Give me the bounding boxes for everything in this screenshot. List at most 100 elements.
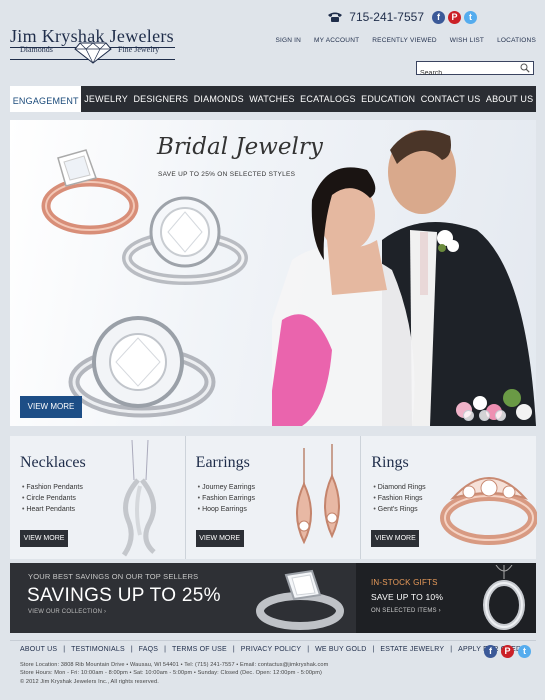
rings-image	[41, 149, 248, 418]
twitter-icon[interactable]: t	[464, 10, 477, 24]
necklace-image	[121, 440, 157, 557]
search-box	[416, 61, 534, 80]
hero-subtitle: SAVE UP TO 25% ON SELECTED STYLES	[158, 171, 296, 178]
nav-contact-us[interactable]: CONTACT US	[418, 86, 483, 112]
list-item[interactable]: Gent's Rings	[373, 504, 425, 515]
footer-separator: |	[307, 646, 310, 653]
footer-faqs-link[interactable]: FAQS	[139, 646, 158, 653]
slide-dot[interactable]	[495, 410, 506, 421]
promo-gifts-link[interactable]: ON SELECTED ITEMS ›	[371, 608, 441, 614]
my-account-link[interactable]: MY ACCOUNT	[314, 37, 359, 44]
footer-separator: |	[372, 646, 375, 653]
footer-separator: |	[164, 646, 166, 653]
promo-headline: SAVINGS UP TO 25%	[27, 585, 221, 606]
promo-banner: YOUR BEST SAVINGS ON OUR TOP SELLERS SAV…	[10, 563, 536, 633]
main-nav: ENGAGEMENT JEWELRY DESIGNERS DIAMONDS WA…	[10, 86, 536, 112]
promo-savings[interactable]: YOUR BEST SAVINGS ON OUR TOP SELLERS SAV…	[10, 563, 356, 633]
copyright: © 2012 Jim Kryshak Jewelers Inc., All ri…	[20, 678, 159, 685]
list-item[interactable]: Diamond Rings	[373, 482, 426, 493]
footer-social: f P t	[484, 645, 531, 658]
store-hours: Store Hours: Mon - Fri: 10:00am - 8:00pm…	[20, 670, 322, 677]
category-title: Necklaces	[20, 454, 86, 471]
footer-terms-link[interactable]: TERMS OF USE	[172, 646, 227, 653]
list-item[interactable]: Journey Earrings	[198, 482, 255, 493]
nav-about-us[interactable]: ABOUT US	[483, 86, 536, 112]
nav-jewelry[interactable]: JEWELRY	[81, 86, 130, 112]
nav-engagement[interactable]: ENGAGEMENT	[10, 86, 82, 112]
recently-viewed-link[interactable]: RECENTLY VIEWED	[372, 37, 437, 44]
search-input[interactable]	[417, 67, 516, 80]
rose-ring-icon	[41, 149, 139, 235]
ring-image	[440, 477, 538, 545]
slide-dot[interactable]	[463, 410, 474, 421]
top-nav: SIGN IN MY ACCOUNT RECENTLY VIEWED WISH …	[275, 37, 536, 44]
category-title: Rings	[371, 454, 409, 471]
nav-designers[interactable]: DESIGNERS	[131, 86, 191, 112]
view-collection-link[interactable]: VIEW OUR COLLECTION ›	[28, 609, 106, 615]
twitter-icon[interactable]: t	[518, 645, 531, 658]
list-item[interactable]: Hoop Earrings	[198, 504, 255, 515]
logo-tag-fine-jewelry: Fine Jewelry	[118, 45, 160, 54]
category-list: Fashion Pendants Circle Pendants Heart P…	[22, 482, 83, 515]
nav-ecatalogs[interactable]: ECATALOGS	[297, 86, 358, 112]
hero-banner[interactable]: Bridal Jewelry SAVE UP TO 25% ON SELECTE…	[10, 120, 536, 426]
search-icon[interactable]	[520, 63, 530, 73]
footer-about-us-link[interactable]: ABOUT US	[20, 646, 57, 653]
footer-we-buy-gold-link[interactable]: WE BUY GOLD	[315, 646, 366, 653]
footer-links: ABOUT US | TESTIMONIALS | FAQS | TERMS OF U…	[20, 646, 528, 653]
list-item[interactable]: Fashion Pendants	[22, 482, 82, 493]
locations-link[interactable]: LOCATIONS	[497, 37, 536, 44]
slide-dot[interactable]	[479, 410, 490, 421]
facebook-icon[interactable]: f	[432, 10, 445, 24]
category-row: Necklaces Fashion Pendants Circle Pendan…	[10, 436, 538, 559]
hero-title: Bridal Jewelry	[157, 134, 323, 160]
footer-privacy-link[interactable]: PRIVACY POLICY	[241, 646, 302, 653]
footer-divider	[10, 640, 536, 641]
logo-tag-diamonds: Diamonds	[20, 45, 53, 54]
nav-diamonds[interactable]: DIAMONDS	[191, 86, 247, 112]
store-location: Store Location: 3808 Rib Mountain Drive …	[20, 662, 329, 668]
footer-testimonials-link[interactable]: TESTIMONIALS	[71, 646, 125, 653]
halo-ring-icon	[68, 316, 216, 418]
list-item[interactable]: Circle Pendants	[22, 493, 83, 504]
view-more-button[interactable]: VIEW MORE	[195, 530, 244, 547]
list-item[interactable]: Heart Pendants	[22, 504, 83, 515]
list-item[interactable]: Fashion Earrings	[198, 493, 255, 504]
category-rings[interactable]: Rings Diamond Rings Fashion Rings Gent's…	[361, 436, 538, 559]
phone-block[interactable]: 715-241-7557 f P t	[327, 10, 477, 24]
bridal-couple-image	[272, 130, 536, 426]
category-necklaces[interactable]: Necklaces Fashion Pendants Circle Pendan…	[10, 436, 186, 559]
category-list: Diamond Rings Fashion Rings Gent's Rings	[373, 482, 426, 515]
promo-gifts-kicker: IN-STOCK GIFTS	[371, 578, 438, 587]
promo-gifts-headline: SAVE UP TO 10%	[371, 592, 444, 602]
list-item[interactable]: Fashion Rings	[373, 493, 425, 504]
facebook-icon[interactable]: f	[484, 645, 497, 658]
white-ring-icon	[122, 196, 248, 285]
footer-info: Store Location: 3808 Rib Mountain Drive …	[20, 661, 328, 686]
phone-number: 715-241-7557	[349, 10, 424, 24]
wish-list-link[interactable]: WISH LIST	[450, 37, 484, 44]
nav-watches[interactable]: WATCHES	[247, 86, 298, 112]
promo-kicker: YOUR BEST SAVINGS ON OUR TOP SELLERS	[28, 572, 199, 581]
logo[interactable]: Jim Kryshak Jewelers Diamonds Fine Jewel…	[10, 26, 175, 64]
category-earrings[interactable]: Earrings Journey Earrings Fashion Earrin…	[186, 436, 362, 559]
category-title: Earrings	[195, 454, 250, 471]
view-more-button[interactable]: VIEW MORE	[371, 530, 420, 547]
pinterest-icon[interactable]: P	[501, 645, 514, 658]
hero-view-more-button[interactable]: VIEW MORE	[20, 396, 82, 418]
sign-in-link[interactable]: SIGN IN	[275, 37, 301, 44]
footer-separator: |	[130, 646, 133, 653]
phone-icon	[328, 12, 343, 22]
promo-gifts[interactable]: IN-STOCK GIFTS SAVE UP TO 10% ON SELECTE…	[356, 563, 536, 633]
footer-separator: |	[63, 646, 66, 653]
diamond-icon	[74, 42, 112, 64]
slide-dots	[463, 410, 506, 421]
nav-education[interactable]: EDUCATION	[358, 86, 418, 112]
footer-separator: |	[232, 646, 235, 653]
category-list: Journey Earrings Fashion Earrings Hoop E…	[198, 482, 255, 515]
promo-ring-image	[256, 569, 344, 630]
footer-estate-jewelry-link[interactable]: ESTATE JEWELRY	[380, 646, 444, 653]
pendant-image	[483, 565, 525, 630]
pinterest-icon[interactable]: P	[448, 10, 461, 24]
view-more-button[interactable]: VIEW MORE	[20, 530, 68, 547]
